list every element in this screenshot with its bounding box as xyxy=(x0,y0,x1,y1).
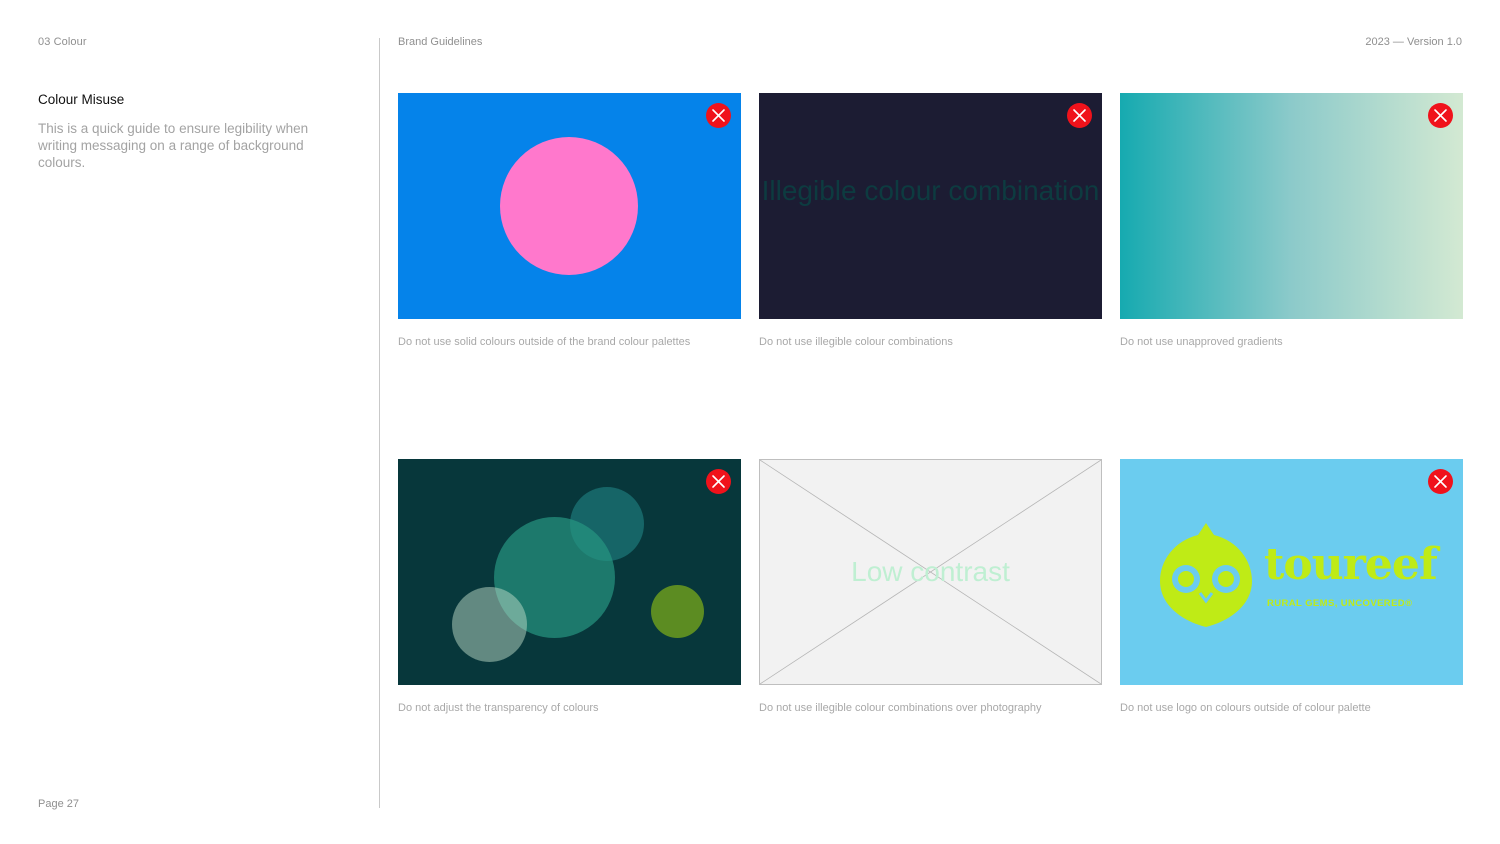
close-icon xyxy=(706,103,731,128)
misuse-card-illegible: Illegible colour combination xyxy=(759,93,1102,319)
misuse-card-solid-colour xyxy=(398,93,741,319)
document-title: Brand Guidelines xyxy=(398,36,483,48)
card-caption: Do not adjust the transparency of colour… xyxy=(398,702,599,714)
illegible-text: Illegible colour combination xyxy=(761,175,1100,206)
misuse-card-gradient xyxy=(1120,93,1463,319)
low-contrast-text: Low contrast xyxy=(851,556,1010,587)
vertical-divider xyxy=(379,38,380,808)
card-caption: Do not use illegible colour combinations xyxy=(759,336,953,348)
owl-logo-icon xyxy=(1160,523,1252,627)
pink-circle xyxy=(500,137,638,275)
intro-text: This is a quick guide to ensure legibili… xyxy=(38,121,309,170)
close-icon xyxy=(1428,103,1453,128)
misuse-card-photography: Low contrast xyxy=(759,459,1102,685)
page-number: Page 27 xyxy=(38,798,79,810)
transparent-circle xyxy=(452,587,527,662)
green-circle xyxy=(651,585,704,638)
close-icon xyxy=(1428,469,1453,494)
logo-tagline: RURAL GEMS, UNCOVERED® xyxy=(1267,598,1413,609)
card-caption: Do not use illegible colour combinations… xyxy=(759,702,1042,714)
misuse-card-logo: toureef RURAL GEMS, UNCOVERED® xyxy=(1120,459,1463,685)
card-caption: Do not use solid colours outside of the … xyxy=(398,336,691,348)
logo-wordmark: toureef xyxy=(1264,539,1438,590)
page-title: Colour Misuse xyxy=(38,92,125,107)
close-icon xyxy=(706,469,731,494)
card-caption: Do not use unapproved gradients xyxy=(1120,336,1283,348)
misuse-card-transparency xyxy=(398,459,741,685)
section-label: 03 Colour xyxy=(38,36,87,48)
card-caption: Do not use logo on colours outside of co… xyxy=(1120,702,1371,714)
version-label: 2023 — Version 1.0 xyxy=(1365,36,1462,48)
close-icon xyxy=(1067,103,1092,128)
